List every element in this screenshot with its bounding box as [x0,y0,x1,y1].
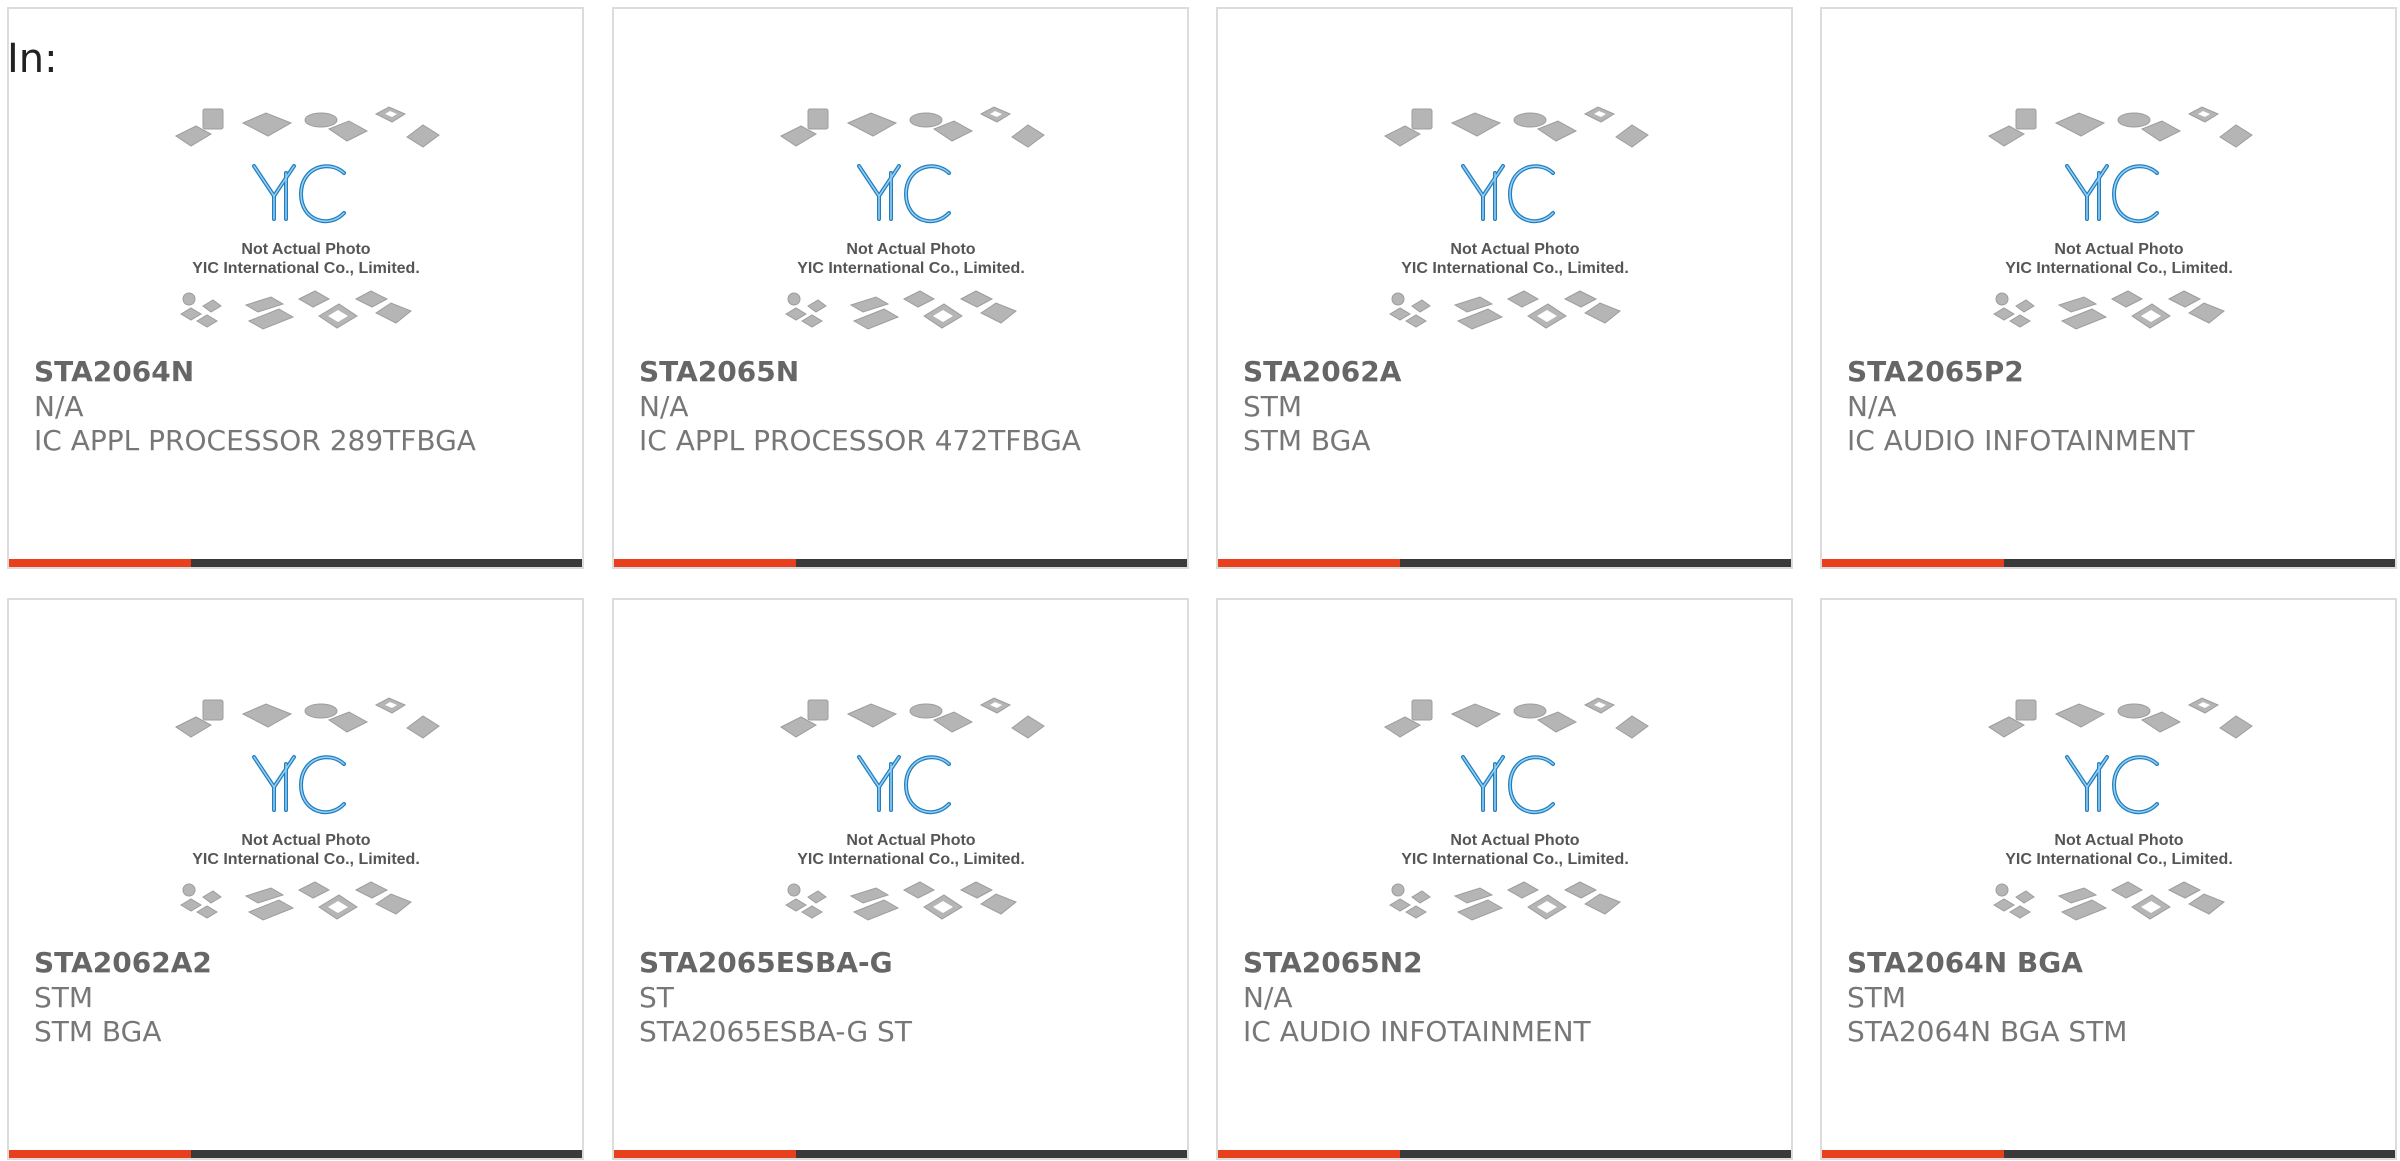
product-part-number[interactable]: STA2062A [1243,355,1401,388]
product-description: STA2064N BGA STM [1847,1015,2128,1048]
product-card[interactable]: Not Actual Photo YIC International Co., … [7,7,584,569]
product-part-number[interactable]: STA2065N2 [1243,946,1423,979]
card-accent-bar [1822,1150,2395,1158]
placeholder-line2: YIC International Co., Limited. [1401,851,1629,868]
placeholder-line2: YIC International Co., Limited. [2005,851,2233,868]
placeholder-line1: Not Actual Photo [846,241,975,258]
card-accent-bar [9,1150,582,1158]
card-accent-bar [614,559,1187,567]
product-manufacturer: ST [639,981,674,1014]
product-part-number[interactable]: STA2064N BGA [1847,946,2083,979]
placeholder-line1: Not Actual Photo [241,832,370,849]
product-part-number[interactable]: STA2065ESBA-G [639,946,893,979]
product-card[interactable]: Not Actual Photo YIC International Co., … [7,598,584,1160]
in-label: In: [7,36,58,82]
card-accent-segment [1218,559,1400,567]
placeholder-image[interactable]: Not Actual Photo YIC International Co., … [1380,692,1650,937]
card-accent-segment [614,1150,796,1158]
card-accent-segment [1822,559,2004,567]
placeholder-line2: YIC International Co., Limited. [797,260,1025,277]
product-part-number[interactable]: STA2062A2 [34,946,212,979]
product-part-number[interactable]: STA2065P2 [1847,355,2024,388]
product-description: IC AUDIO INFOTAINMENT [1243,1015,1591,1048]
card-accent-bar [1822,559,2395,567]
placeholder-line2: YIC International Co., Limited. [1401,260,1629,277]
product-card[interactable]: Not Actual Photo YIC International Co., … [1216,598,1793,1160]
placeholder-line1: Not Actual Photo [1450,241,1579,258]
product-description: IC APPL PROCESSOR 289TFBGA [34,424,476,457]
placeholder-line2: YIC International Co., Limited. [192,260,420,277]
product-description: IC AUDIO INFOTAINMENT [1847,424,2195,457]
card-accent-bar [1218,1150,1791,1158]
product-manufacturer: STM [1847,981,1907,1014]
product-card[interactable]: Not Actual Photo YIC International Co., … [1820,598,2397,1160]
placeholder-image[interactable]: Not Actual Photo YIC International Co., … [1984,692,2254,937]
product-card[interactable]: Not Actual Photo YIC International Co., … [612,7,1189,569]
placeholder-line1: Not Actual Photo [846,832,975,849]
product-description: IC APPL PROCESSOR 472TFBGA [639,424,1081,457]
placeholder-image[interactable]: Not Actual Photo YIC International Co., … [1984,101,2254,346]
placeholder-line2: YIC International Co., Limited. [192,851,420,868]
product-card[interactable]: Not Actual Photo YIC International Co., … [612,598,1189,1160]
card-accent-segment [9,559,191,567]
product-description: STM BGA [34,1015,162,1048]
product-description: STM BGA [1243,424,1371,457]
placeholder-line2: YIC International Co., Limited. [797,851,1025,868]
product-description: STA2065ESBA-G ST [639,1015,912,1048]
product-part-number[interactable]: STA2065N [639,355,799,388]
placeholder-image[interactable]: Not Actual Photo YIC International Co., … [776,692,1046,937]
card-accent-segment [1218,1150,1400,1158]
card-accent-segment [9,1150,191,1158]
product-manufacturer: N/A [639,390,689,423]
card-accent-bar [1218,559,1791,567]
placeholder-image[interactable]: Not Actual Photo YIC International Co., … [1380,101,1650,346]
card-accent-bar [614,1150,1187,1158]
card-accent-segment [1822,1150,2004,1158]
placeholder-line1: Not Actual Photo [2054,241,2183,258]
product-manufacturer: N/A [1243,981,1293,1014]
placeholder-line1: Not Actual Photo [1450,832,1579,849]
placeholder-image[interactable]: Not Actual Photo YIC International Co., … [171,692,441,937]
product-grid-page: In: Not Actual Photo YIC International C… [0,0,2400,1161]
product-part-number[interactable]: STA2064N [34,355,194,388]
placeholder-image[interactable]: Not Actual Photo YIC International Co., … [171,101,441,346]
product-manufacturer: N/A [34,390,84,423]
placeholder-line1: Not Actual Photo [241,241,370,258]
product-manufacturer: STM [34,981,94,1014]
card-accent-segment [614,559,796,567]
card-accent-bar [9,559,582,567]
product-manufacturer: STM [1243,390,1303,423]
product-manufacturer: N/A [1847,390,1897,423]
placeholder-line1: Not Actual Photo [2054,832,2183,849]
product-card[interactable]: Not Actual Photo YIC International Co., … [1820,7,2397,569]
placeholder-image[interactable]: Not Actual Photo YIC International Co., … [776,101,1046,346]
product-card[interactable]: Not Actual Photo YIC International Co., … [1216,7,1793,569]
placeholder-line2: YIC International Co., Limited. [2005,260,2233,277]
